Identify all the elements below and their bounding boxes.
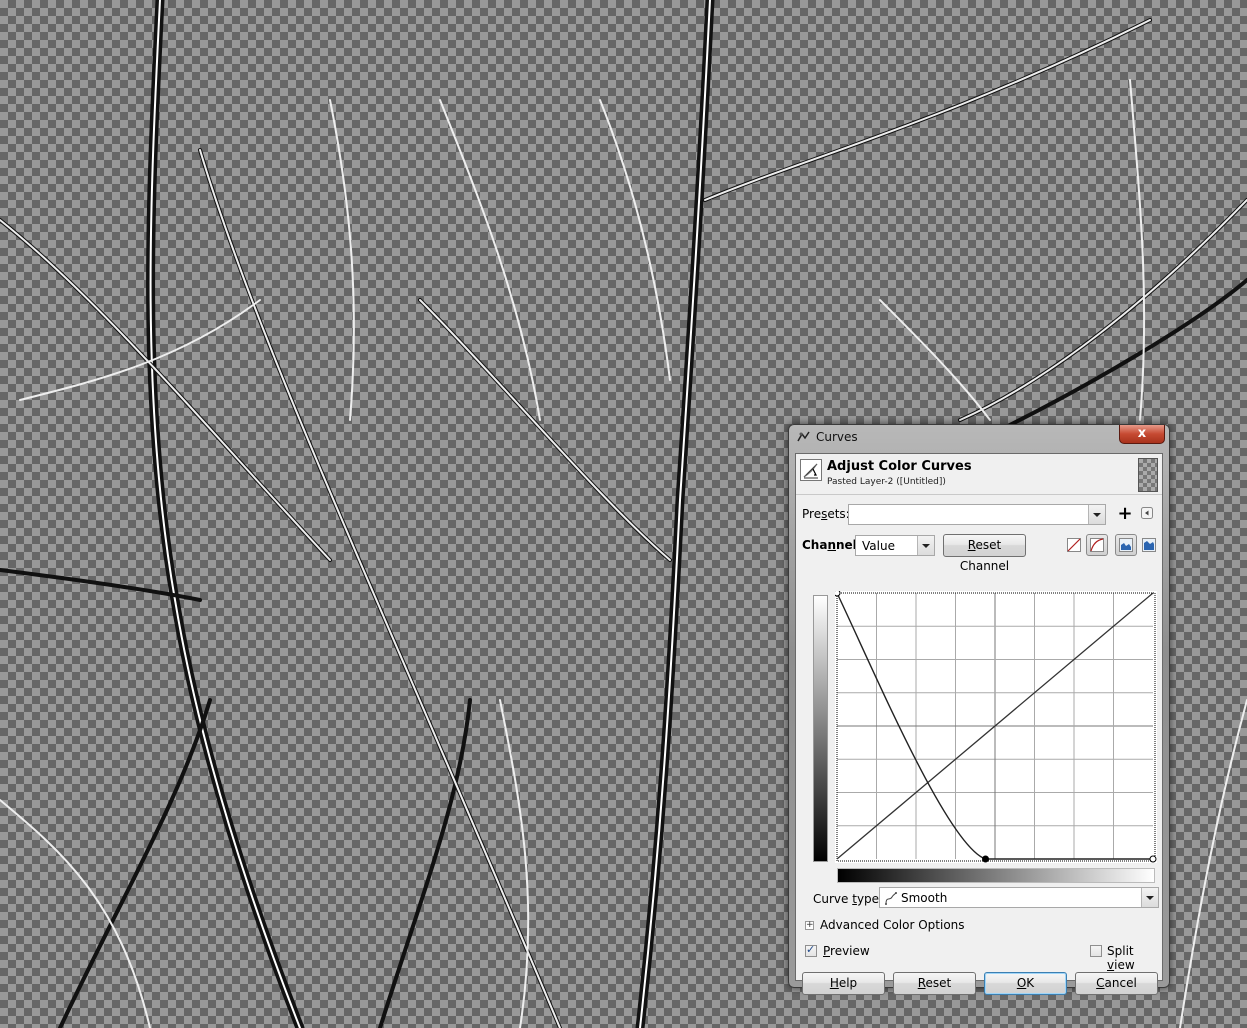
cancel-label: ancel <box>1104 976 1137 990</box>
channel-combo[interactable]: Value <box>855 535 935 556</box>
dialog-header: Adjust Color Curves Pasted Layer-2 ([Unt… <box>796 454 1162 495</box>
logarithmic-histogram-button[interactable] <box>1086 534 1108 556</box>
chevron-down-icon[interactable] <box>917 536 934 555</box>
curve-control-point[interactable] <box>835 591 841 597</box>
expand-icon[interactable]: + <box>805 921 814 930</box>
close-button[interactable]: x <box>1119 425 1165 444</box>
channel-label: Channel: <box>802 538 862 552</box>
histogram-view-alt-icon[interactable] <box>1142 538 1156 552</box>
layer-name: Pasted Layer-2 ([Untitled]) <box>827 477 946 487</box>
chevron-down-icon[interactable] <box>1088 505 1105 524</box>
help-mnemonic: H <box>829 976 839 990</box>
channel-label-mnemonic: n <box>827 538 836 552</box>
split-view-pre: Split <box>1107 944 1134 958</box>
channel-label-pre: Cha <box>802 538 828 552</box>
curve-control-point[interactable] <box>982 855 990 863</box>
curve-type-combo[interactable]: Smooth <box>879 887 1159 908</box>
smooth-curve-icon <box>885 892 897 905</box>
output-gradient-bar <box>813 595 828 862</box>
ok-button[interactable]: OK <box>984 972 1067 995</box>
graph-background <box>835 591 1157 863</box>
cancel-button[interactable]: Cancel <box>1075 972 1158 995</box>
curve-type-label-pre: Curve <box>813 892 853 906</box>
dialog-heading: Adjust Color Curves <box>827 459 972 474</box>
histogram-view-button[interactable] <box>1115 534 1137 556</box>
curve-type-value: Smooth <box>901 891 948 905</box>
cancel-mnemonic: C <box>1096 976 1105 990</box>
curves-tool-icon <box>800 459 822 481</box>
left-arrow-icon[interactable] <box>1141 507 1153 519</box>
layer-thumbnail <box>1138 458 1158 492</box>
chevron-down-icon[interactable] <box>1141 888 1158 907</box>
channel-value: Value <box>862 539 895 553</box>
window-title: Curves <box>816 430 858 444</box>
reset-channel-button[interactable]: Reset Channel <box>943 534 1026 573</box>
gimp-app-icon <box>797 431 810 442</box>
ok-mnemonic: O <box>1016 976 1027 990</box>
curves-dialog: Curves x Adjust Color Curves Pasted Laye… <box>788 424 1170 995</box>
linear-histogram-icon[interactable] <box>1067 538 1081 552</box>
curve-control-point[interactable] <box>1149 855 1157 863</box>
close-icon: x <box>1137 426 1147 441</box>
logarithmic-histogram-icon <box>1090 538 1104 552</box>
split-view-checkbox[interactable] <box>1090 945 1102 957</box>
histogram-view-icon <box>1119 538 1133 552</box>
advanced-color-options[interactable]: Advanced Color Options <box>820 918 965 932</box>
presets-combo[interactable] <box>848 504 1106 525</box>
dialog-client: Adjust Color Curves Pasted Layer-2 ([Unt… <box>795 453 1163 995</box>
ok-label: K <box>1026 976 1035 990</box>
presets-label-pre: Pre <box>802 507 822 521</box>
help-button[interactable]: Help <box>802 972 885 995</box>
presets-label-post: ets: <box>827 507 850 521</box>
reset-button[interactable]: Reset <box>893 972 976 995</box>
preview-mnemonic: P <box>823 944 831 958</box>
preview-label[interactable]: Preview <box>823 944 870 958</box>
curve-graph[interactable] <box>835 591 1157 863</box>
help-label: elp <box>838 976 858 990</box>
plus-icon[interactable]: + <box>1116 505 1134 523</box>
presets-label: Presets: <box>802 507 850 521</box>
split-view-post: iew <box>1114 958 1135 972</box>
reset-label: eset <box>925 976 952 990</box>
curve-type-label: Curve type: <box>813 892 883 906</box>
preview-checkbox[interactable]: ✓ <box>805 943 817 957</box>
input-gradient-bar <box>837 868 1155 883</box>
split-view-label[interactable]: Split view <box>1107 944 1162 972</box>
check-icon: ✓ <box>806 943 816 956</box>
title-bar[interactable]: Curves x <box>789 425 1169 451</box>
reset-channel-mnemonic: R <box>967 538 976 552</box>
preview-label-text: review <box>830 944 870 958</box>
reset-mnemonic: R <box>917 976 926 990</box>
